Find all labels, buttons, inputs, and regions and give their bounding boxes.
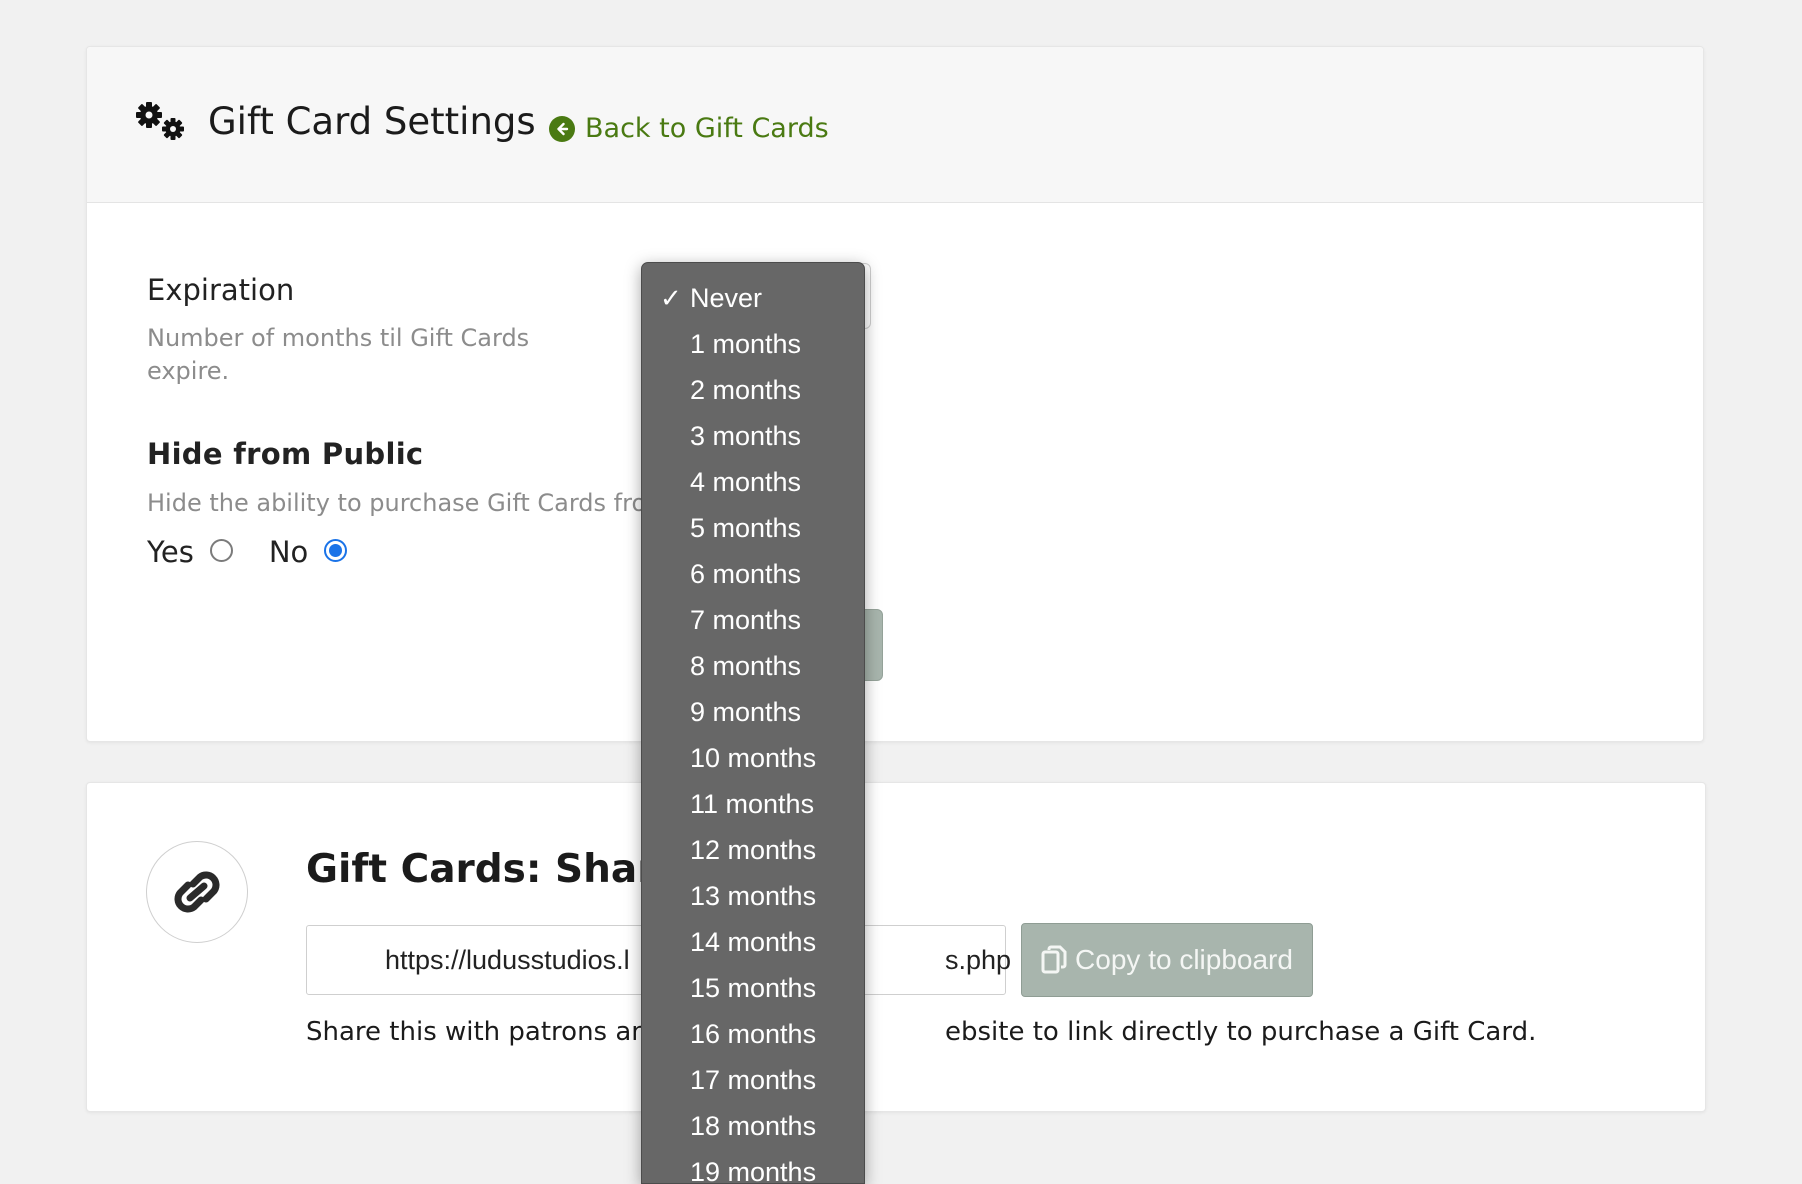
- expiration-option[interactable]: 14 months: [642, 919, 864, 965]
- hide-from-public-radio-group: Yes No: [147, 535, 348, 569]
- expiration-option-label: 14 months: [690, 927, 817, 957]
- expiration-option[interactable]: 12 months: [642, 827, 864, 873]
- page-title: Gift Card Settings: [208, 100, 536, 143]
- expiration-option[interactable]: 9 months: [642, 689, 864, 735]
- back-to-gift-cards-link[interactable]: Back to Gift Cards: [549, 113, 829, 144]
- settings-card: Gift Card Settings Back to Gift Cards Ex…: [86, 46, 1704, 742]
- expiration-option[interactable]: 4 months: [642, 459, 864, 505]
- share-description-tail: ebsite to link directly to purchase a Gi…: [945, 1017, 1537, 1047]
- expiration-option-label: 4 months: [690, 467, 802, 497]
- expiration-option-label: 2 months: [690, 375, 802, 405]
- settings-header: Gift Card Settings Back to Gift Cards: [87, 47, 1703, 203]
- radio-yes[interactable]: [209, 538, 233, 562]
- expiration-option-label: 6 months: [690, 559, 802, 589]
- expiration-option[interactable]: 3 months: [642, 413, 864, 459]
- checkmark-icon: ✓: [660, 283, 682, 313]
- expiration-option[interactable]: ✓ Never: [642, 275, 864, 321]
- copy-button-label: Copy to clipboard: [1075, 944, 1293, 975]
- expiration-option[interactable]: 1 months: [642, 321, 864, 367]
- expiration-option[interactable]: 6 months: [642, 551, 864, 597]
- expiration-option-label: 11 months: [690, 789, 815, 819]
- expiration-option-label: Never: [690, 283, 763, 313]
- expiration-option[interactable]: 16 months: [642, 1011, 864, 1057]
- expiration-option[interactable]: 5 months: [642, 505, 864, 551]
- expiration-option-label: 19 months: [690, 1157, 817, 1184]
- expiration-option-label: 16 months: [690, 1019, 817, 1049]
- expiration-option-label: 18 months: [690, 1111, 817, 1141]
- radio-no-label: No: [268, 535, 309, 569]
- gears-icon: [136, 102, 184, 140]
- expiration-option-label: 8 months: [690, 651, 802, 681]
- copy-icon: [1041, 945, 1067, 974]
- expiration-option-label: 17 months: [690, 1065, 817, 1095]
- expiration-option[interactable]: 10 months: [642, 735, 864, 781]
- expiration-help: Number of months til Gift Cards expire.: [147, 324, 530, 385]
- expiration-option[interactable]: 7 months: [642, 597, 864, 643]
- radio-no[interactable]: [324, 538, 348, 562]
- expiration-option[interactable]: 11 months: [642, 781, 864, 827]
- share-card: Gift Cards: Share L https://ludusstudios…: [86, 782, 1706, 1112]
- expiration-option-label: 7 months: [690, 605, 802, 635]
- hide-from-public-help: Hide the ability to purchase Gift Cards …: [147, 489, 662, 517]
- expiration-dropdown-menu: ✓ Never 1 months 2 months 3 months 4 months 5 …: [641, 262, 865, 1184]
- expiration-option[interactable]: 15 months: [642, 965, 864, 1011]
- share-description: Share this with patrons and: [306, 1017, 665, 1047]
- arrow-left-circle-icon: [549, 115, 575, 142]
- copy-to-clipboard-button[interactable]: Copy to clipboard: [1021, 923, 1313, 997]
- expiration-option[interactable]: 2 months: [642, 367, 864, 413]
- expiration-option-label: 3 months: [690, 421, 802, 451]
- radio-yes-label: Yes: [147, 535, 194, 569]
- hide-from-public-label: Hide from Public: [147, 437, 424, 471]
- expiration-option[interactable]: 13 months: [642, 873, 864, 919]
- expiration-option-label: 1 months: [690, 329, 802, 359]
- expiration-option-label: 10 months: [690, 743, 817, 773]
- expiration-option[interactable]: 17 months: [642, 1057, 864, 1103]
- expiration-option[interactable]: 8 months: [642, 643, 864, 689]
- expiration-option-label: 9 months: [690, 697, 802, 727]
- link-icon: [146, 841, 248, 943]
- expiration-label: Expiration: [147, 273, 295, 307]
- expiration-option[interactable]: 19 months: [642, 1149, 864, 1184]
- expiration-option-label: 12 months: [690, 835, 817, 865]
- expiration-option[interactable]: 18 months: [642, 1103, 864, 1149]
- expiration-option-label: 5 months: [690, 513, 802, 543]
- expiration-option-label: 15 months: [690, 973, 817, 1003]
- back-link-label: Back to Gift Cards: [585, 113, 829, 144]
- share-url-tail: s.php: [945, 945, 1012, 975]
- expiration-option-label: 13 months: [690, 881, 817, 911]
